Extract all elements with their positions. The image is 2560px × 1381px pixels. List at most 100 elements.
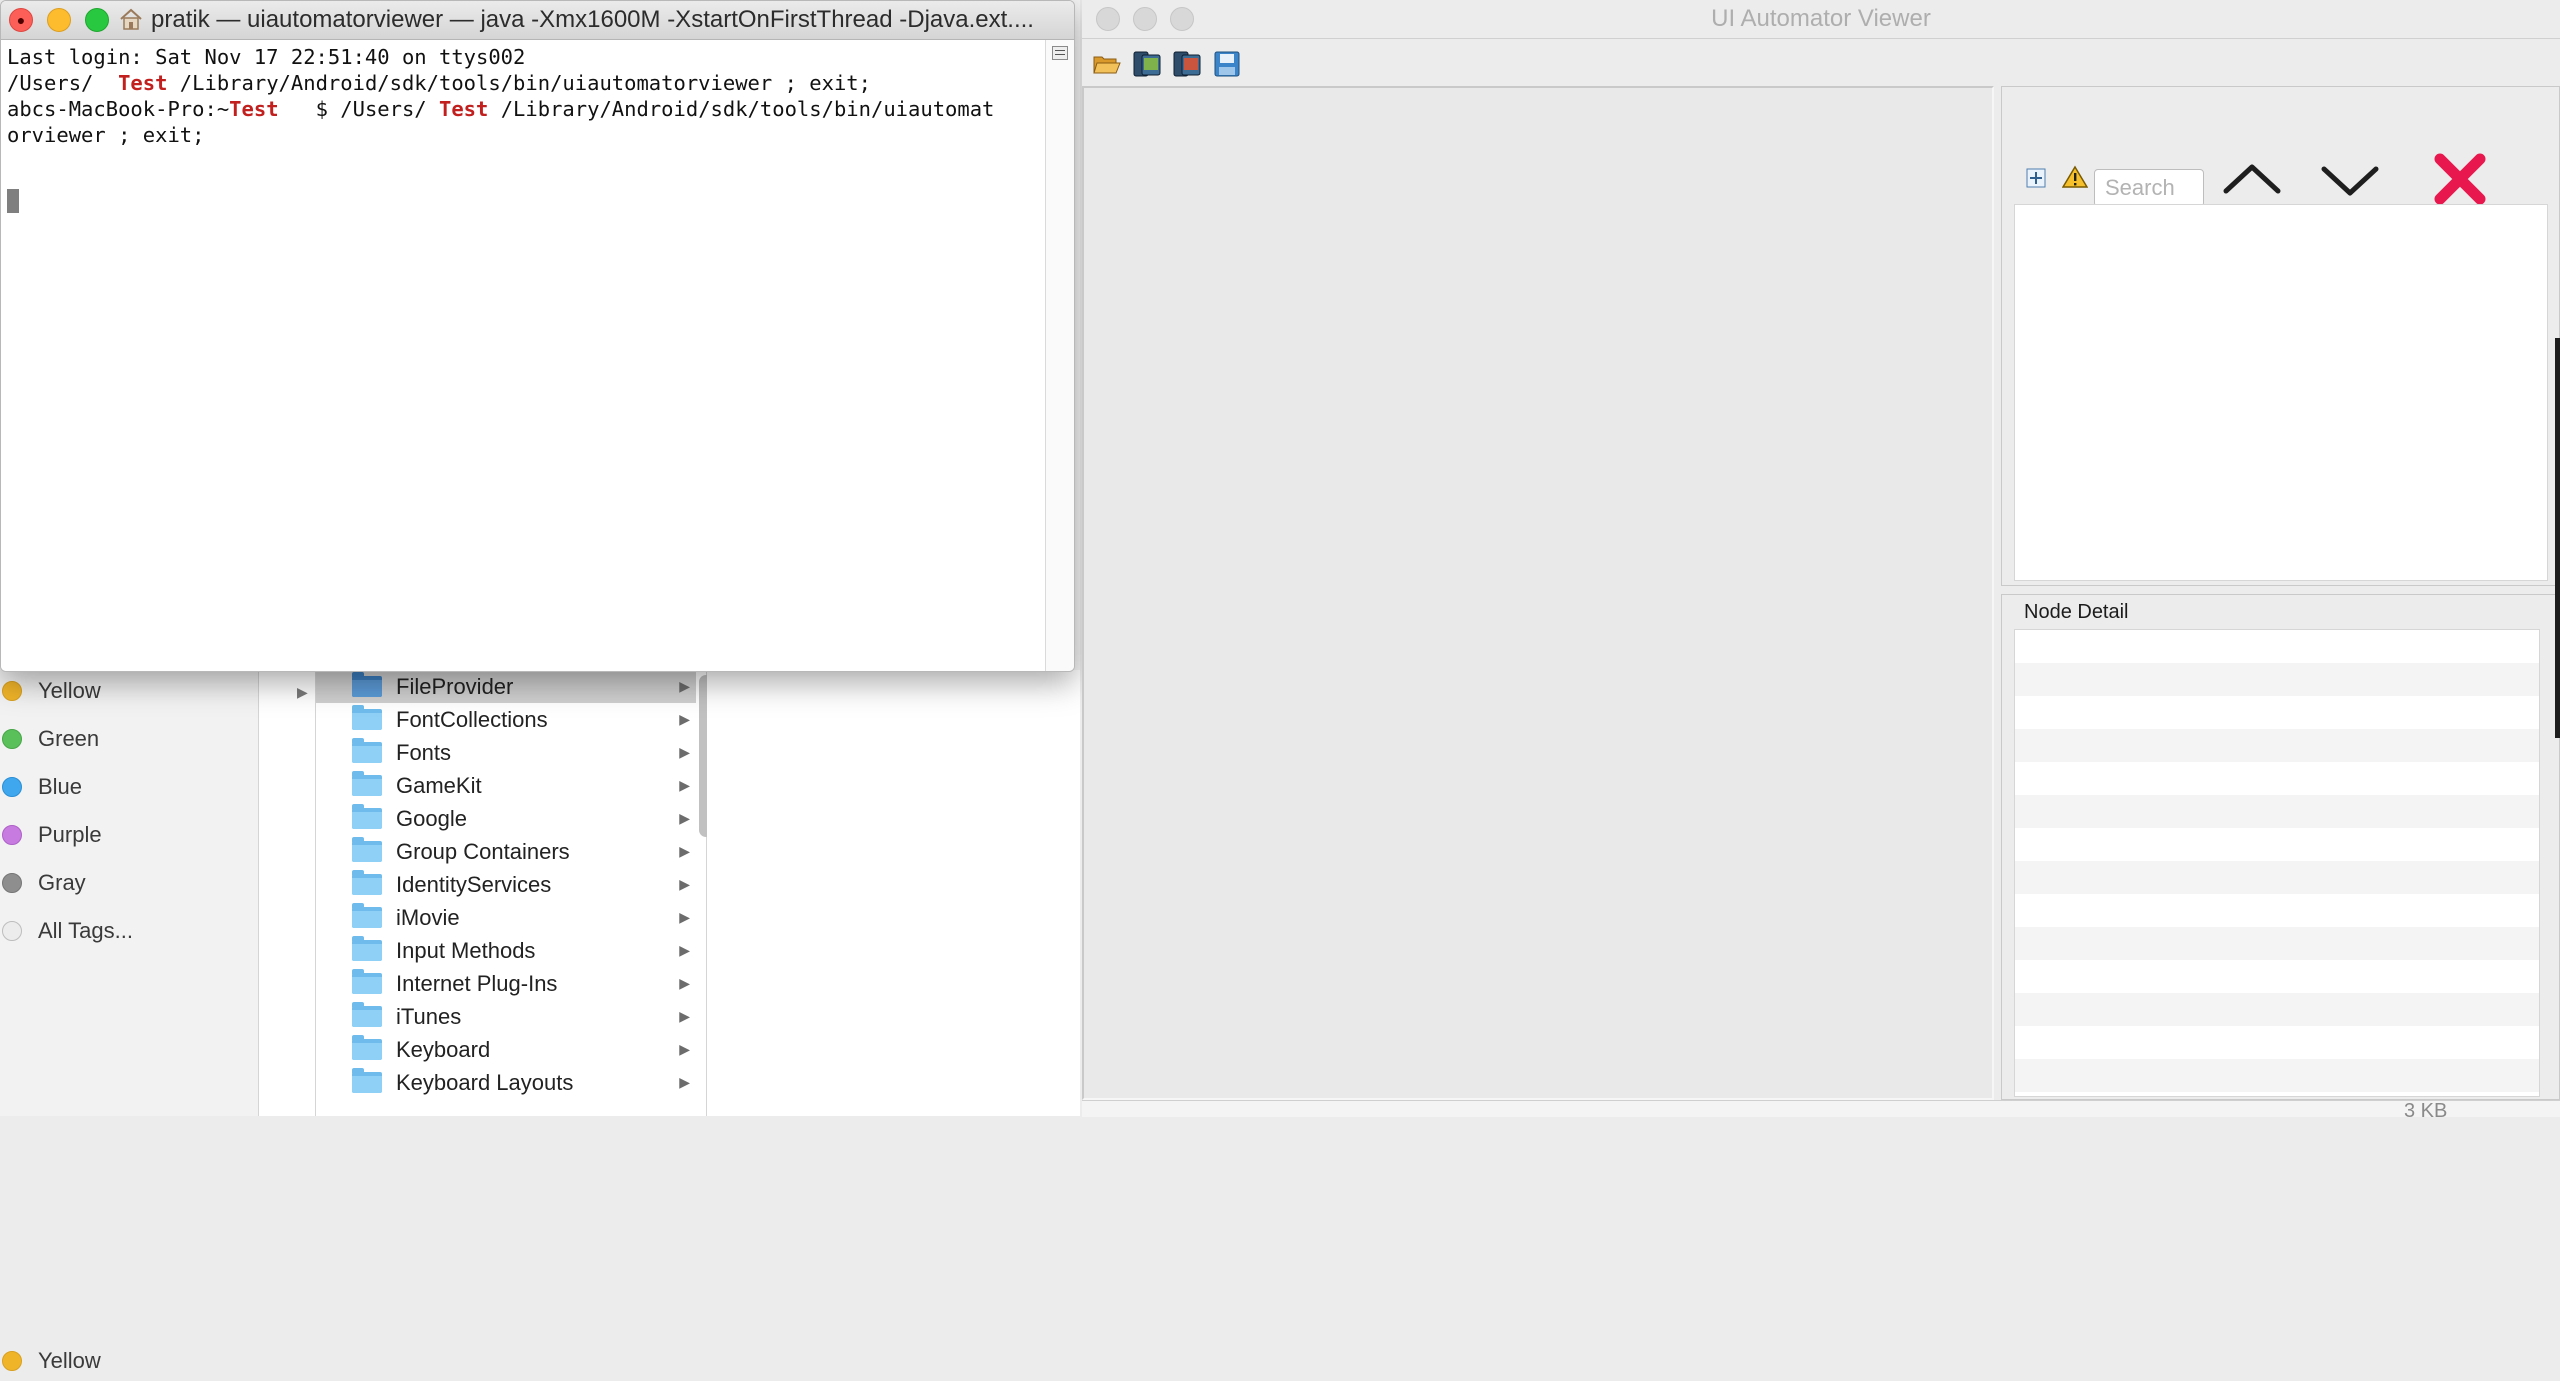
table-row[interactable] [2015, 927, 2539, 960]
folder-icon [352, 837, 382, 862]
chevron-right-icon: ▶ [679, 810, 690, 826]
folder-icon [352, 1002, 382, 1027]
zoom-button[interactable] [85, 8, 109, 32]
folder-item[interactable]: iTunes ▶ [316, 1000, 696, 1033]
window-edge [2555, 338, 2560, 738]
terminal-line: Last login: Sat Nov 17 22:51:40 on ttys0… [7, 45, 526, 69]
chevron-right-icon: ▶ [679, 1041, 690, 1057]
uiav-titlebar[interactable]: UI Automator Viewer [1082, 0, 2560, 39]
chevron-down-icon[interactable] [2320, 159, 2380, 201]
file-size-label: 3 KB [2404, 1100, 2448, 1122]
terminal-titlebar[interactable]: ● pratik — uiautomatorviewer — java -Xmx… [1, 1, 1074, 40]
chevron-right-icon: ▶ [679, 843, 690, 859]
yellow-dot-icon [2, 681, 22, 701]
tag-gray[interactable]: Gray [0, 863, 258, 903]
chevron-right-icon: ▶ [679, 1008, 690, 1024]
uiautomator-viewer-window: UI Automator Viewer Search Node Detail 3… [1082, 0, 2560, 1122]
minimize-button[interactable] [47, 8, 71, 32]
device-screenshot-compressed-icon[interactable] [1172, 49, 1202, 79]
window-title: pratik — uiautomatorviewer — java -Xmx16… [119, 1, 1034, 39]
node-detail-label: Node Detail [2024, 601, 2129, 623]
tag-yellow[interactable]: Yellow [0, 671, 258, 711]
folder-item[interactable]: Google ▶ [316, 802, 696, 835]
folder-icon [352, 969, 382, 994]
tag-yellow[interactable]: Yellow [0, 1341, 258, 1381]
folder-icon [352, 936, 382, 961]
hierarchy-panel: Node Detail [2001, 86, 2560, 1100]
search-input[interactable] [2094, 169, 2204, 207]
tag-green[interactable]: Green [0, 719, 258, 759]
all-tags-icon [2, 921, 22, 941]
tag-label: Gray [38, 870, 86, 895]
terminal-line: /Users/ Test /Library/Android/sdk/tools/… [7, 71, 871, 95]
device-screenshot-icon[interactable] [1132, 49, 1162, 79]
terminal-line: abcs-MacBook-Pro:~Test $ /Users/ Test /L… [7, 97, 995, 121]
tag-label: Green [38, 726, 100, 751]
chevron-right-icon: ▶ [679, 876, 690, 892]
finder-column-2[interactable]: FileProvider ▶ FontCollections ▶ Fonts ▶… [316, 670, 707, 1116]
tag-blue[interactable]: Blue [0, 767, 258, 807]
close-button[interactable]: ● [9, 8, 33, 32]
folder-item[interactable]: Keyboard Layouts ▶ [316, 1066, 696, 1099]
folder-item[interactable]: Keyboard ▶ [316, 1033, 696, 1066]
open-folder-icon[interactable] [1092, 49, 1122, 79]
hierarchy-toolbar [2002, 117, 2560, 207]
terminal-title-text: pratik — uiautomatorviewer — java -Xmx16… [151, 6, 1034, 33]
terminal-cursor [7, 189, 19, 213]
folder-icon [352, 1035, 382, 1060]
folder-icon [352, 870, 382, 895]
folder-item[interactable]: iMovie ▶ [316, 901, 696, 934]
chevron-right-icon: ▶ [679, 942, 690, 958]
tag-label: All Tags... [38, 918, 133, 943]
node-detail-table[interactable] [2014, 629, 2540, 1097]
green-dot-icon [2, 729, 22, 749]
clear-search-icon[interactable] [2430, 149, 2490, 209]
finder-tags-list: Yellow Green Blue Purple Gray All Tags..… [0, 670, 258, 1116]
folder-item[interactable]: IdentityServices ▶ [316, 868, 696, 901]
folder-item[interactable]: Group Containers ▶ [316, 835, 696, 868]
tag-purple[interactable]: Purple [0, 815, 258, 855]
table-row[interactable] [2015, 993, 2539, 1026]
chevron-right-icon: ▶ [297, 684, 308, 700]
terminal-output[interactable]: Last login: Sat Nov 17 22:51:40 on ttys0… [1, 40, 1045, 671]
folder-item[interactable]: Fonts ▶ [316, 736, 696, 769]
blue-dot-icon [2, 777, 22, 797]
table-row[interactable] [2015, 663, 2539, 696]
finder-column-1: ▶ [259, 670, 316, 1116]
finder-column-3 [707, 670, 1080, 1116]
terminal-window: ● pratik — uiautomatorviewer — java -Xmx… [0, 0, 1075, 672]
chevron-right-icon: ▶ [679, 744, 690, 760]
table-row[interactable] [2015, 861, 2539, 894]
tag-label: Purple [38, 822, 102, 847]
save-icon[interactable] [1212, 49, 1242, 79]
purple-dot-icon [2, 825, 22, 845]
expand-all-icon[interactable] [2025, 167, 2047, 189]
table-row[interactable] [2015, 1059, 2539, 1092]
screenshot-panel[interactable] [1082, 86, 1994, 1100]
tag-label: Blue [38, 774, 83, 799]
chevron-up-icon[interactable] [2222, 159, 2282, 201]
warning-icon[interactable] [2062, 165, 2088, 189]
close-icon: ● [16, 12, 26, 28]
background-window-strip [1082, 1100, 2560, 1117]
split-pane-icon[interactable] [1052, 46, 1068, 60]
tag-label: Yellow [38, 678, 101, 703]
tag-all-tags[interactable]: All Tags... [0, 911, 258, 951]
folder-icon [352, 771, 382, 796]
chevron-right-icon: ▶ [679, 711, 690, 727]
folder-item[interactable]: Internet Plug-Ins ▶ [316, 967, 696, 1000]
folder-icon [352, 738, 382, 763]
folder-icon [352, 672, 382, 697]
hierarchy-tree[interactable] [2014, 204, 2548, 581]
table-row[interactable] [2015, 729, 2539, 762]
table-row[interactable] [2015, 795, 2539, 828]
folder-item[interactable]: Input Methods ▶ [316, 934, 696, 967]
terminal-scrollbar[interactable] [1045, 40, 1074, 671]
window-title: UI Automator Viewer [1711, 5, 1931, 32]
uiav-toolbar [1082, 39, 2560, 87]
folder-item[interactable]: GameKit ▶ [316, 769, 696, 802]
folder-item[interactable]: FontCollections ▶ [316, 703, 696, 736]
folder-item[interactable]: FileProvider ▶ [316, 670, 696, 703]
chevron-right-icon: ▶ [679, 975, 690, 991]
gray-dot-icon [2, 873, 22, 893]
